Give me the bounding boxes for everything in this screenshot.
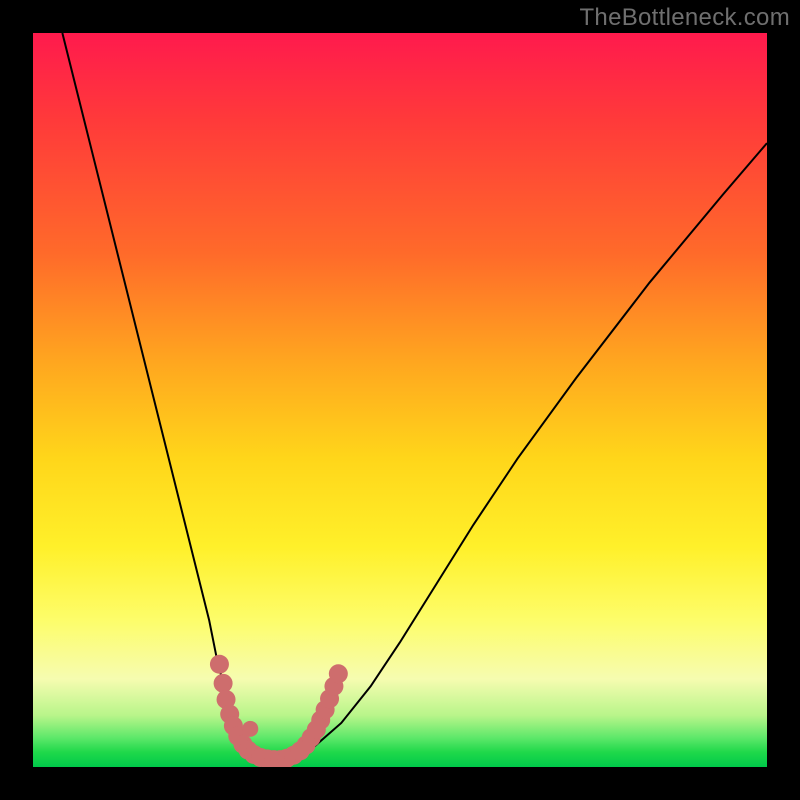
chart-container: TheBottleneck.com — [0, 0, 800, 800]
bottleneck-curve-line — [62, 33, 767, 760]
trough-dot-group — [210, 655, 348, 767]
watermark-text: TheBottleneck.com — [579, 4, 790, 32]
trough-dot — [329, 664, 348, 683]
plot-area — [33, 33, 767, 767]
extra-dot — [242, 721, 258, 737]
trough-dot — [210, 655, 229, 674]
extra-dot-group — [242, 721, 258, 737]
trough-dot — [214, 674, 233, 693]
chart-svg — [33, 33, 767, 767]
